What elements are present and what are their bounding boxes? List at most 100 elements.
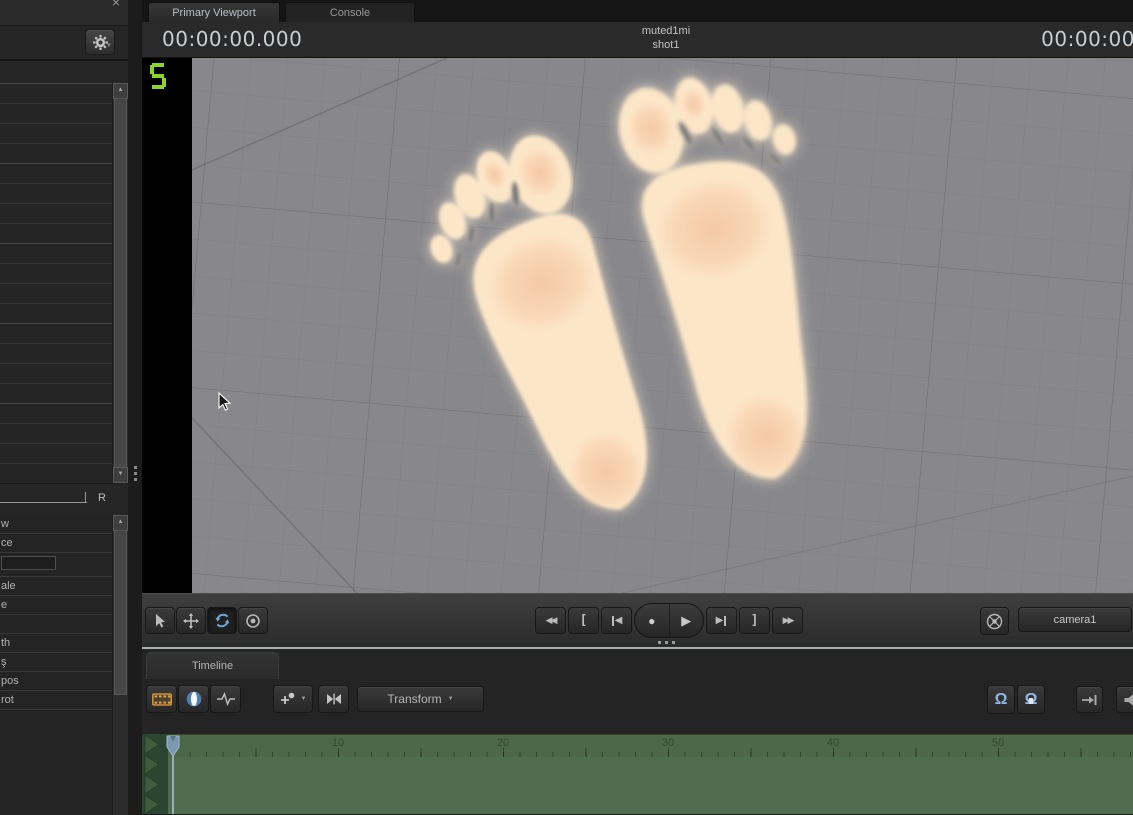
tab-primary-viewport[interactable]: Primary Viewport [148, 2, 280, 22]
timeline-ruler[interactable]: 10 20 30 40 50 [168, 734, 1133, 758]
record-button[interactable]: ● [635, 604, 670, 637]
sidebar-slider-row: R [0, 483, 128, 516]
tab-console[interactable]: Console [285, 2, 415, 22]
list-item [0, 556, 128, 577]
timeline-left-strip [142, 734, 168, 814]
play-button[interactable]: ▶ [670, 604, 704, 637]
ghost-mode-button[interactable] [318, 685, 349, 713]
dropdown-arrow-icon: ▼ [106, 43, 112, 49]
hourglass-icon [325, 691, 343, 707]
rotate-icon [214, 612, 231, 629]
loop-end-icon: ] [751, 613, 759, 628]
upper-scrollbar[interactable]: ▲ ▼ [112, 83, 128, 483]
go-to-start-button[interactable]: ◀ [601, 607, 632, 634]
fast-forward-icon: ▶▶ [783, 615, 793, 626]
list-row[interactable] [0, 343, 128, 363]
scroll-down-button[interactable]: ▼ [113, 467, 128, 483]
list-row[interactable] [0, 403, 128, 423]
slider-track[interactable] [0, 502, 87, 503]
loop-start-button[interactable]: [ [568, 607, 599, 634]
list-row[interactable] [0, 203, 128, 223]
camera-view-button[interactable] [980, 607, 1009, 635]
current-timecode: 00:00:00.000 [162, 27, 302, 51]
list-row[interactable] [0, 263, 128, 283]
play-icon: ▶ [681, 613, 691, 629]
app-window: × ▼ ▲ ▼ [0, 0, 1133, 815]
slider-label: R [98, 492, 106, 504]
list-item[interactable]: ale [0, 577, 128, 596]
speaker-icon [1123, 692, 1133, 708]
sidebar-toolbar: ▼ [0, 26, 128, 61]
text-field[interactable] [1, 556, 56, 570]
list-item[interactable]: ş [0, 653, 128, 672]
list-item[interactable]: rot [0, 691, 128, 710]
list-item[interactable]: pos [0, 672, 128, 691]
list-row[interactable] [0, 283, 128, 303]
list-row[interactable] [0, 223, 128, 243]
add-keyframe-button[interactable]: ▼ [273, 685, 313, 713]
snap-magnet-button[interactable]: Ω [987, 685, 1015, 714]
list-row[interactable] [0, 443, 128, 463]
left-sidebar: × ▼ ▲ ▼ [0, 0, 128, 815]
go-to-end-button[interactable]: ▶ [706, 607, 737, 634]
rotate-tool-button[interactable] [207, 607, 237, 634]
list-row[interactable] [0, 143, 128, 163]
dopesheet-mode-button[interactable] [146, 685, 177, 713]
select-tool-button[interactable] [145, 607, 175, 634]
scroll-up-button[interactable]: ▲ [113, 83, 128, 99]
list-item[interactable]: th [0, 634, 128, 653]
scroll-up-button[interactable]: ▲ [113, 515, 128, 531]
list-row[interactable] [0, 103, 128, 123]
list-item[interactable]: ce [0, 534, 128, 553]
translate-tool-button[interactable] [176, 607, 206, 634]
camera-select-dropdown[interactable]: camera1 [1018, 607, 1132, 632]
audio-mute-button[interactable] [1116, 686, 1133, 713]
scrollbar-thumb[interactable] [114, 98, 127, 468]
list-item[interactable] [0, 615, 128, 634]
start-bar-icon [612, 616, 614, 626]
filmstrip-icon [152, 692, 172, 707]
timeline-pane: Timeline [142, 649, 1133, 814]
loop-end-button[interactable]: ] [739, 607, 770, 634]
curve-icon [216, 691, 236, 707]
magnet-dot-icon [1029, 698, 1034, 704]
lower-scrollbar[interactable]: ▲ [112, 515, 128, 815]
shot-name: shot1 [642, 38, 690, 52]
sidebar-lower-list: w ce ale e th ş pos rot ▲ [0, 515, 128, 815]
go-to-next-key-button[interactable] [1076, 686, 1103, 713]
scrollbar-thumb[interactable] [114, 530, 127, 695]
rewind-button[interactable]: ◀◀ [535, 607, 566, 634]
close-icon[interactable]: × [112, 0, 120, 10]
list-row[interactable] [0, 323, 128, 343]
list-row[interactable] [0, 463, 128, 483]
end-bar-icon [724, 616, 726, 626]
list-rows [0, 83, 128, 483]
list-row[interactable] [0, 423, 128, 443]
list-item[interactable]: e [0, 596, 128, 615]
tab-timeline[interactable]: Timeline [146, 652, 279, 679]
list-row[interactable] [0, 243, 128, 263]
layer-mode-button[interactable] [178, 685, 209, 713]
step-back-icon: ◀ [615, 615, 623, 626]
list-row[interactable] [0, 163, 128, 183]
panel-splitter[interactable] [128, 0, 143, 815]
fcurve-mode-button[interactable] [210, 685, 241, 713]
take-info: muted1mi shot1 [642, 24, 690, 52]
list-row[interactable] [0, 383, 128, 403]
list-row[interactable] [0, 363, 128, 383]
scene-render[interactable] [192, 58, 1133, 593]
list-row[interactable] [0, 83, 128, 103]
list-row[interactable] [0, 123, 128, 143]
transform-dropdown[interactable]: Transform ▼ [357, 686, 484, 712]
list-row[interactable] [0, 303, 128, 323]
scale-tool-button[interactable] [238, 607, 268, 634]
viewport-3d[interactable] [142, 58, 1133, 593]
pane-resize-handle[interactable] [658, 641, 675, 644]
gear-button[interactable]: ▼ [85, 29, 115, 55]
list-row[interactable] [0, 183, 128, 203]
timeline-track-area[interactable] [168, 757, 1133, 814]
snap-magnet-key-button[interactable]: Ω [1017, 685, 1045, 714]
list-item[interactable]: w [0, 515, 128, 534]
playhead[interactable] [166, 735, 180, 757]
fast-forward-button[interactable]: ▶▶ [772, 607, 803, 634]
